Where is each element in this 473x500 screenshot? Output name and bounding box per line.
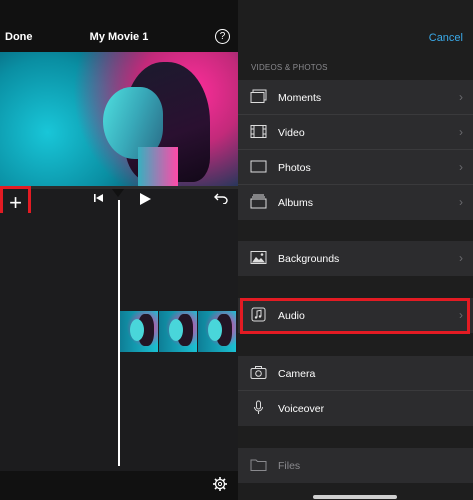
picker-item-albums[interactable]: Albums › <box>238 185 473 220</box>
plus-icon: + <box>9 190 22 215</box>
help-button[interactable]: ? <box>215 29 230 44</box>
picker-item-backgrounds[interactable]: Backgrounds › <box>238 241 473 276</box>
gear-icon[interactable] <box>212 476 228 492</box>
chevron-right-icon: › <box>459 160 463 174</box>
picker-item-label: Albums <box>278 197 314 209</box>
picker-item-label: Voiceover <box>278 403 325 415</box>
playhead-marker <box>112 189 124 197</box>
picker-item-label: Files <box>278 460 301 472</box>
moments-icon <box>250 89 267 103</box>
picker-item-label: Backgrounds <box>278 253 340 265</box>
record-group: Camera Voiceover <box>238 356 473 426</box>
media-picker: Cancel VIDEOS & PHOTOS Moments › Video ›… <box>238 0 473 500</box>
chevron-right-icon: › <box>459 195 463 209</box>
chevron-right-icon: › <box>459 125 463 139</box>
home-indicator[interactable] <box>313 495 397 499</box>
chevron-right-icon: › <box>459 251 463 265</box>
files-group: Files <box>238 448 473 483</box>
music-note-icon <box>251 307 266 322</box>
play-icon[interactable] <box>138 192 152 206</box>
picker-item-audio[interactable]: Audio › <box>238 298 473 333</box>
picker-item-camera[interactable]: Camera <box>238 356 473 391</box>
picker-item-label: Photos <box>278 162 311 174</box>
picker-item-label: Video <box>278 127 305 139</box>
project-title: My Movie 1 <box>89 31 149 43</box>
photo-icon <box>250 160 267 173</box>
camera-icon <box>250 366 267 379</box>
timeline-clip[interactable] <box>120 311 238 352</box>
cancel-button[interactable]: Cancel <box>429 32 463 44</box>
editor-bottom-bar <box>0 471 238 500</box>
editor-pane: Done My Movie 1 ? + <box>0 0 238 500</box>
albums-icon <box>250 194 267 209</box>
film-icon <box>250 125 267 138</box>
picker-item-label: Camera <box>278 368 316 380</box>
media-group: Moments › Video › Photos › Albums › <box>238 80 473 220</box>
playhead-line <box>118 200 120 466</box>
folder-icon <box>250 459 267 471</box>
picker-item-photos[interactable]: Photos › <box>238 150 473 185</box>
clip-frame <box>120 311 158 352</box>
clip-frame <box>198 311 236 352</box>
chevron-right-icon: › <box>459 308 463 322</box>
picker-item-video[interactable]: Video › <box>238 115 473 150</box>
clip-frame <box>159 311 197 352</box>
picker-item-moments[interactable]: Moments › <box>238 80 473 115</box>
audio-group: Audio › <box>238 298 473 333</box>
picker-item-label: Audio <box>278 310 305 322</box>
picker-item-voiceover[interactable]: Voiceover <box>238 391 473 426</box>
question-icon: ? <box>219 31 226 42</box>
landscape-icon <box>250 251 267 264</box>
backgrounds-group: Backgrounds › <box>238 241 473 276</box>
section-header: VIDEOS & PHOTOS <box>251 63 328 72</box>
skip-back-icon[interactable] <box>93 193 105 203</box>
video-preview <box>0 52 238 186</box>
undo-icon[interactable] <box>214 192 228 204</box>
chevron-right-icon: › <box>459 90 463 104</box>
preview-neck <box>138 147 178 186</box>
picker-item-label: Moments <box>278 92 322 104</box>
picker-item-files[interactable]: Files <box>238 448 473 483</box>
editor-top-bar <box>0 0 238 52</box>
microphone-icon <box>254 400 263 414</box>
